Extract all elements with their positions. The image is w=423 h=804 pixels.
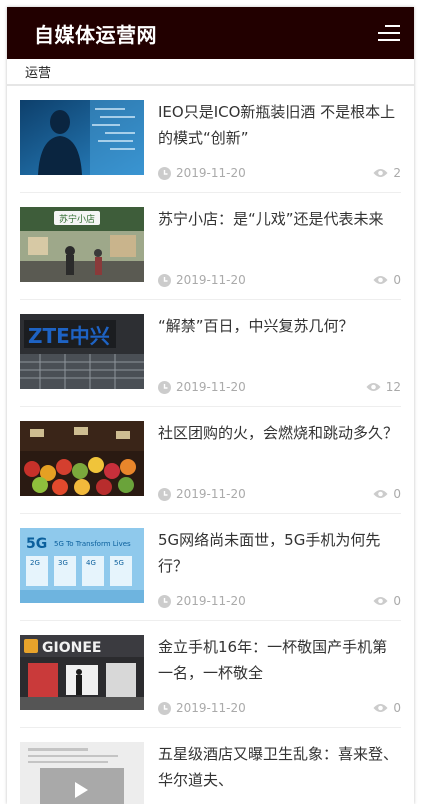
- article-views: 0: [393, 487, 401, 501]
- article-date: 2019-11-20: [176, 594, 246, 608]
- eye-icon: [366, 382, 381, 392]
- clock-icon: [158, 273, 171, 287]
- article-item[interactable]: 5G 5G To Transform Lives 2G 3G 4G 5G 5G网…: [20, 514, 401, 621]
- article-views: 0: [393, 594, 401, 608]
- svg-text:5G: 5G: [114, 559, 124, 567]
- article-thumbnail[interactable]: [20, 421, 144, 496]
- article-thumbnail[interactable]: [20, 100, 144, 175]
- article-title[interactable]: 金立手机16年：一杯敬国产手机第一名，一杯敬全: [158, 634, 401, 686]
- article-thumbnail[interactable]: 苏宁小店: [20, 207, 144, 282]
- clock-icon: [158, 166, 171, 180]
- article-title[interactable]: 5G网络尚未面世，5G手机为何先行？: [158, 527, 401, 579]
- eye-icon: [373, 168, 388, 178]
- top-header: 自媒体运营网: [7, 7, 414, 59]
- article-meta: 2019-11-20 0: [158, 273, 401, 287]
- article-date: 2019-11-20: [176, 273, 246, 287]
- article-thumbnail[interactable]: [20, 742, 144, 804]
- article-thumbnail[interactable]: GIONEE: [20, 635, 144, 710]
- svg-text:5G: 5G: [26, 536, 47, 552]
- article-meta: 2019-11-20 0: [158, 701, 401, 715]
- article-item[interactable]: GIONEE 金立手机16年：一杯敬国产手机第一名，一杯敬全 2019-11-2…: [20, 621, 401, 728]
- eye-icon: [373, 489, 388, 499]
- article-meta: 2019-11-20 0: [158, 594, 401, 608]
- clock-icon: [158, 380, 171, 394]
- article-item[interactable]: 社区团购的火，会燃烧和跳动多久？ 2019-11-20 0: [20, 407, 401, 514]
- svg-text:2G: 2G: [30, 559, 40, 567]
- article-title[interactable]: 社区团购的火，会燃烧和跳动多久？: [158, 420, 401, 446]
- article-views: 12: [385, 380, 401, 394]
- eye-icon: [373, 596, 388, 606]
- svg-text:4G: 4G: [86, 559, 96, 567]
- article-title[interactable]: 五星级酒店又曝卫生乱象：喜来登、华尔道夫、: [158, 741, 401, 793]
- clock-icon: [158, 701, 171, 715]
- article-list: IEO只是ICO新瓶装旧酒 不是根本上的模式“创新” 2019-11-20 2: [7, 86, 414, 804]
- section-label: 运营: [25, 66, 52, 81]
- section-header: 运营: [7, 59, 414, 86]
- thumb-text: 苏宁小店: [59, 213, 95, 225]
- article-date: 2019-11-20: [176, 487, 246, 501]
- clock-icon: [158, 594, 171, 608]
- hamburger-menu-icon[interactable]: [378, 23, 400, 43]
- thumb-text: GIONEE: [42, 640, 101, 656]
- clock-icon: [158, 487, 171, 501]
- eye-icon: [373, 275, 388, 285]
- article-item[interactable]: 苏宁小店 苏宁小店：是“儿戏”还是代表未来 2019-11-20 0: [20, 193, 401, 300]
- article-thumbnail[interactable]: 5G 5G To Transform Lives 2G 3G 4G 5G: [20, 528, 144, 603]
- article-views: 0: [393, 273, 401, 287]
- svg-text:3G: 3G: [58, 559, 68, 567]
- article-meta: 2019-11-20 2: [158, 166, 401, 180]
- article-item[interactable]: 五星级酒店又曝卫生乱象：喜来登、华尔道夫、: [20, 728, 401, 804]
- eye-icon: [373, 703, 388, 713]
- article-title[interactable]: IEO只是ICO新瓶装旧酒 不是根本上的模式“创新”: [158, 99, 401, 151]
- article-meta: 2019-11-20 0: [158, 487, 401, 501]
- app-frame: 自媒体运营网 运营 IEO只是ICO新瓶装旧酒 不是根本上的模式“创新” 201…: [7, 7, 414, 804]
- article-item[interactable]: ZTE中兴 “解禁”百日，中兴复苏几何？ 2019-11-20 12: [20, 300, 401, 407]
- article-date: 2019-11-20: [176, 380, 246, 394]
- site-title[interactable]: 自媒体运营网: [34, 19, 157, 48]
- article-title[interactable]: “解禁”百日，中兴复苏几何？: [158, 313, 401, 339]
- thumb-text: 5G To Transform Lives: [54, 540, 131, 548]
- article-meta: 2019-11-20 12: [158, 380, 401, 394]
- article-title[interactable]: 苏宁小店：是“儿戏”还是代表未来: [158, 206, 401, 232]
- article-date: 2019-11-20: [176, 166, 246, 180]
- article-views: 2: [393, 166, 401, 180]
- article-thumbnail[interactable]: ZTE中兴: [20, 314, 144, 389]
- article-item[interactable]: IEO只是ICO新瓶装旧酒 不是根本上的模式“创新” 2019-11-20 2: [20, 86, 401, 193]
- article-date: 2019-11-20: [176, 701, 246, 715]
- article-views: 0: [393, 701, 401, 715]
- thumb-text: ZTE中兴: [28, 324, 110, 348]
